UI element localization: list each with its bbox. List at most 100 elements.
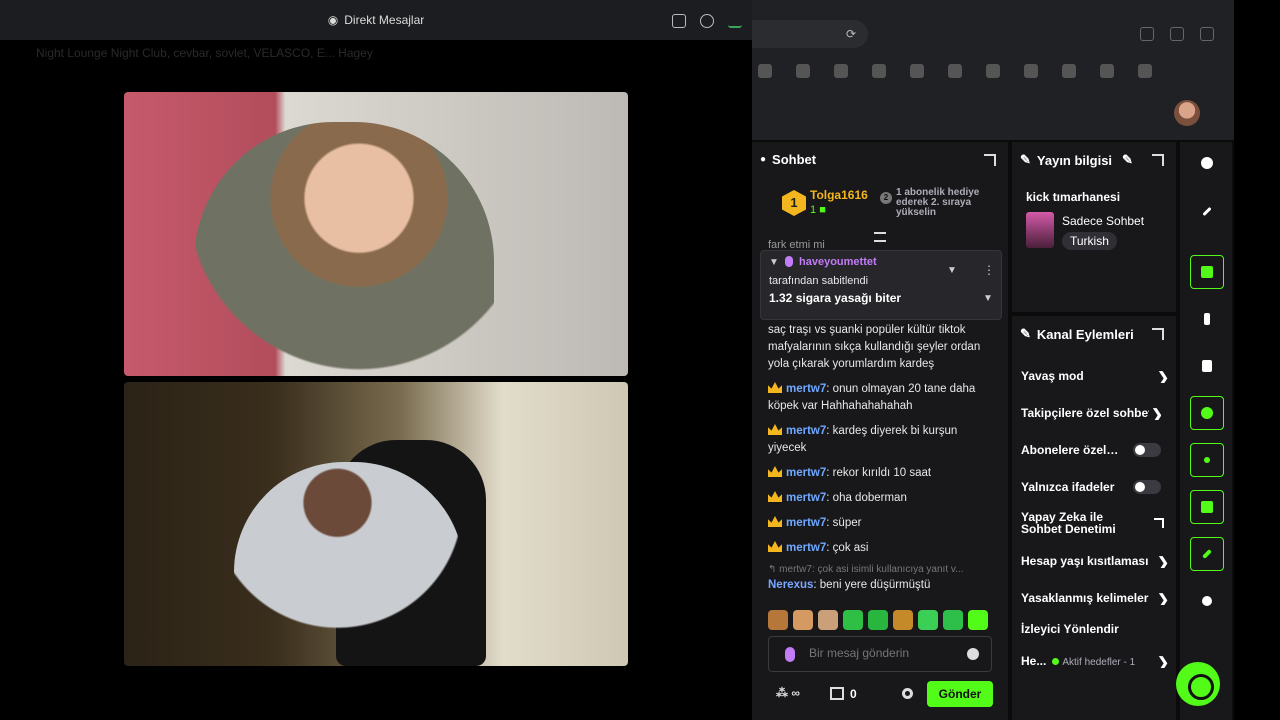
pinned-by: tarafından sabitlendi <box>769 275 869 287</box>
external-link-icon[interactable] <box>1154 518 1164 528</box>
subs-only-row[interactable]: Abonelere özel sohbet <box>1021 443 1171 457</box>
bookmark-icon[interactable] <box>758 64 772 78</box>
chat-message: mertw7: rekor kırıldı 10 saat <box>768 465 992 482</box>
account-age-row[interactable]: Hesap yaşı kısıtlaması ❯ <box>1021 554 1171 568</box>
screen-button[interactable] <box>1190 255 1224 289</box>
translate-reload-icons[interactable]: ⟳ <box>846 27 856 41</box>
bookmark-icon[interactable] <box>1062 64 1076 78</box>
ai-moderation-row[interactable]: Yapay Zeka ile Sohbet Denetimi <box>1021 511 1131 535</box>
edit-icon[interactable]: ✎ <box>1122 152 1133 168</box>
modlog-button[interactable] <box>1190 490 1224 524</box>
unpin-icon[interactable]: ▼ <box>947 265 957 276</box>
info-button[interactable] <box>1190 146 1224 180</box>
gift-icon: ■ <box>819 204 826 216</box>
video-tile-1[interactable] <box>124 92 628 376</box>
followers-only-row[interactable]: Takipçilere özel sohbet❯ <box>1021 406 1161 420</box>
notes-button[interactable] <box>1190 349 1224 383</box>
extensions-button[interactable] <box>1190 584 1224 618</box>
crown-badge-icon <box>768 541 782 552</box>
emotes-only-row[interactable]: Yalnızca ifadeler <box>1021 480 1171 494</box>
new-tab-icon[interactable] <box>1170 27 1184 41</box>
crown-badge-icon <box>768 491 782 502</box>
gifter-name[interactable]: Tolga1616 <box>810 188 868 202</box>
popout-icon[interactable] <box>1152 328 1164 340</box>
popout-icon[interactable] <box>1152 154 1164 166</box>
participant-video <box>194 122 494 376</box>
bookmark-icon[interactable] <box>910 64 924 78</box>
tools-button[interactable] <box>1190 537 1224 571</box>
quick-actions-button[interactable] <box>1190 302 1224 336</box>
viewer-redirect-row[interactable]: İzleyici Yönlendir <box>1021 622 1171 636</box>
channel-points-icon[interactable]: ⁂ ∞ <box>776 686 800 700</box>
bookmark-icon[interactable] <box>1024 64 1038 78</box>
tabs-icon[interactable] <box>1200 27 1214 41</box>
category-thumbnail[interactable] <box>1026 212 1054 248</box>
emote-icon[interactable] <box>868 610 888 630</box>
chat-username[interactable]: mertw7 <box>786 492 826 504</box>
bookmark-icon[interactable] <box>986 64 1000 78</box>
emote-icon[interactable] <box>943 610 963 630</box>
emote-icon[interactable] <box>843 610 863 630</box>
emote-icon[interactable] <box>968 610 988 630</box>
inbox-icon[interactable] <box>672 14 686 28</box>
bookmark-icon[interactable] <box>834 64 848 78</box>
support-button[interactable] <box>1176 662 1220 706</box>
chat-username[interactable]: mertw7 <box>786 517 826 529</box>
pinned-message[interactable]: ▼ haveyoumettet tarafından sabitlendi 1.… <box>760 250 1002 320</box>
emote-icon[interactable] <box>768 610 788 630</box>
bookmark-icon[interactable] <box>1100 64 1114 78</box>
more-icon[interactable]: ⋮ <box>983 263 995 277</box>
emotes-only-toggle[interactable] <box>1133 480 1161 494</box>
share-icon[interactable] <box>1140 27 1154 41</box>
broadcast-button[interactable] <box>1190 443 1224 477</box>
emote-icon[interactable] <box>893 610 913 630</box>
emote-icon[interactable] <box>918 610 938 630</box>
chat-input-box[interactable] <box>768 636 992 672</box>
chat-username[interactable]: mertw7 <box>786 425 826 437</box>
subs-only-toggle[interactable] <box>1133 443 1161 457</box>
video-tile-2[interactable] <box>124 382 628 666</box>
chat-username[interactable]: mertw7 <box>786 542 826 554</box>
slow-mode-row[interactable]: Yavaş mod ❯ <box>1021 369 1171 383</box>
crown-badge-icon <box>768 516 782 527</box>
chevron-right-icon: ❯ <box>1151 406 1161 420</box>
crown-badge-icon <box>768 466 782 477</box>
chat-message: saç traşı vs şuanki popüler kültür tikto… <box>768 324 981 370</box>
chat-title: ● Sohbet <box>760 152 817 167</box>
bookmark-icon[interactable] <box>872 64 886 78</box>
emote-bar <box>768 610 992 630</box>
mic-icon[interactable] <box>785 647 795 662</box>
emote-icon[interactable] <box>793 610 813 630</box>
emote-icon[interactable] <box>818 610 838 630</box>
send-button[interactable]: Gönder <box>927 681 993 707</box>
goals-row[interactable]: He... Aktif hedefler - 1 ❯ <box>1021 654 1171 668</box>
bookmark-icon[interactable] <box>948 64 962 78</box>
download-icon[interactable] <box>728 14 742 28</box>
chevron-down-icon[interactable]: ▼ <box>983 293 993 304</box>
banned-words-row[interactable]: Yasaklanmış kelimeler ❯ <box>1021 591 1171 605</box>
pinned-user[interactable]: haveyoumettet <box>799 256 877 268</box>
pencil-icon <box>1202 206 1212 216</box>
bookmark-icon[interactable] <box>1138 64 1152 78</box>
store-icon[interactable] <box>830 687 844 700</box>
bookmark-icon[interactable] <box>796 64 810 78</box>
help-icon[interactable] <box>700 14 714 28</box>
gift-leaderboard[interactable]: 1 Tolga1616 1 ■ 21 abonelik hediye edere… <box>782 186 1010 222</box>
filter-icon[interactable] <box>874 232 886 242</box>
chat-toggle-button[interactable] <box>1190 396 1224 430</box>
edit-button[interactable] <box>1190 194 1224 228</box>
chat-username[interactable]: mertw7 <box>786 467 826 479</box>
chat-message: Nerexus: beni yere düşürmüştü <box>768 579 931 591</box>
popout-icon[interactable] <box>984 154 996 166</box>
broadcast-icon <box>1204 457 1210 463</box>
chat-username[interactable]: mertw7 <box>786 383 826 395</box>
emoji-icon[interactable] <box>967 648 979 660</box>
chat-messages: saç traşı vs şuanki popüler kültür tikto… <box>768 322 992 594</box>
chat-username[interactable]: Nerexus <box>768 579 813 591</box>
address-bar[interactable]: ⟳ <box>752 20 868 48</box>
user-avatar[interactable] <box>1174 100 1200 126</box>
chat-input[interactable] <box>809 646 959 660</box>
gear-icon[interactable] <box>902 688 913 699</box>
crown-badge-icon <box>768 424 782 435</box>
category-name[interactable]: Sadece Sohbet <box>1062 214 1144 228</box>
